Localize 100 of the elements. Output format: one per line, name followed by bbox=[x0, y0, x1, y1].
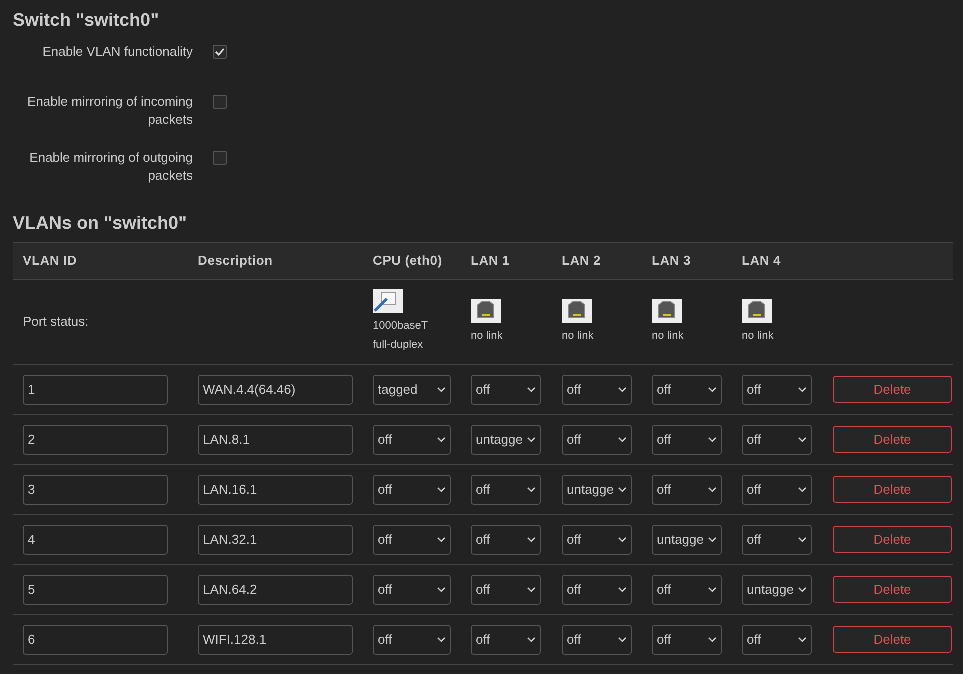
checkbox[interactable] bbox=[213, 151, 227, 165]
chevron-down-icon bbox=[437, 486, 446, 492]
description-field[interactable]: LAN.64.2 bbox=[198, 574, 353, 604]
port-mode-select[interactable]: off bbox=[373, 474, 451, 504]
chevron-down-icon bbox=[618, 386, 627, 392]
chevron-down-icon bbox=[798, 536, 807, 542]
port-mode-select[interactable]: untagge bbox=[742, 574, 812, 604]
port-mode-select[interactable]: off bbox=[373, 624, 451, 654]
ethernet-port-icon bbox=[562, 298, 592, 322]
description-field[interactable]: LAN.16.1 bbox=[198, 474, 353, 504]
chevron-down-icon bbox=[618, 536, 627, 542]
chevron-down-icon bbox=[708, 486, 717, 492]
chevron-down-icon bbox=[437, 386, 446, 392]
port-mode-select[interactable]: untagge bbox=[652, 524, 722, 554]
delete-button[interactable]: Delete bbox=[833, 526, 952, 553]
chevron-down-icon bbox=[527, 486, 536, 492]
section-title: VLANs on "switch0" bbox=[13, 212, 188, 234]
option-label: Enable VLAN functionality bbox=[42, 43, 193, 61]
port-mode-select[interactable]: off bbox=[652, 374, 722, 404]
delete-button[interactable]: Delete bbox=[833, 476, 952, 503]
chevron-down-icon bbox=[437, 586, 446, 592]
port-mode-select[interactable]: tagged bbox=[373, 374, 451, 404]
port-mode-select[interactable]: off bbox=[562, 574, 632, 604]
column-header: LAN 1 bbox=[470, 252, 512, 270]
vlan-id-field[interactable]: 2 bbox=[23, 424, 168, 454]
chevron-down-icon bbox=[618, 436, 627, 442]
delete-button[interactable]: Delete bbox=[833, 426, 952, 453]
chevron-down-icon bbox=[708, 536, 717, 542]
description-field[interactable]: WAN.4.4(64.46) bbox=[198, 374, 353, 404]
port-status-text: no link bbox=[562, 328, 594, 344]
description-field[interactable]: LAN.8.1 bbox=[198, 424, 353, 454]
port-mode-select[interactable]: untagge bbox=[562, 474, 632, 504]
port-mode-select[interactable]: off bbox=[562, 374, 632, 404]
chevron-down-icon bbox=[708, 636, 717, 642]
port-mode-select[interactable]: off bbox=[652, 424, 722, 454]
chevron-down-icon bbox=[437, 436, 446, 442]
column-header: Description bbox=[197, 252, 274, 270]
vlan-id-field[interactable]: 3 bbox=[23, 474, 168, 504]
port-mode-select[interactable]: untagge bbox=[471, 424, 541, 454]
port-mode-select[interactable]: off bbox=[471, 624, 541, 654]
port-mode-select[interactable]: off bbox=[652, 624, 722, 654]
delete-button[interactable]: Delete bbox=[833, 626, 952, 653]
network-cable-icon bbox=[373, 289, 403, 313]
port-mode-select[interactable]: off bbox=[373, 424, 451, 454]
port-status-text: full-duplex bbox=[373, 338, 424, 353]
port-mode-select[interactable]: off bbox=[562, 524, 632, 554]
vlan-id-field[interactable]: 1 bbox=[23, 374, 168, 404]
port-mode-select[interactable]: off bbox=[373, 524, 451, 554]
chevron-down-icon bbox=[618, 636, 627, 642]
port-mode-select[interactable]: off bbox=[742, 424, 812, 454]
chevron-down-icon bbox=[708, 586, 717, 592]
port-mode-select[interactable]: off bbox=[742, 524, 812, 554]
chevron-down-icon bbox=[798, 586, 807, 592]
description-field[interactable]: WIFI.128.1 bbox=[198, 624, 353, 654]
port-mode-select[interactable]: off bbox=[471, 574, 541, 604]
column-header: CPU (eth0) bbox=[372, 252, 444, 270]
chevron-down-icon bbox=[527, 386, 536, 392]
column-header: LAN 3 bbox=[651, 252, 692, 270]
port-mode-select[interactable]: off bbox=[562, 624, 632, 654]
port-status-text: 1000baseT bbox=[373, 319, 428, 334]
chevron-down-icon bbox=[798, 636, 807, 642]
port-mode-select[interactable]: off bbox=[742, 374, 812, 404]
column-header: LAN 2 bbox=[561, 252, 602, 270]
checkbox[interactable] bbox=[213, 95, 227, 109]
port-mode-select[interactable]: off bbox=[742, 624, 812, 654]
port-mode-select[interactable]: off bbox=[652, 474, 722, 504]
checkbox[interactable] bbox=[213, 45, 227, 59]
ethernet-port-icon bbox=[742, 298, 772, 322]
port-mode-select[interactable]: off bbox=[471, 374, 541, 404]
chevron-down-icon bbox=[527, 636, 536, 642]
column-header: LAN 4 bbox=[741, 252, 782, 270]
port-mode-select[interactable]: off bbox=[471, 524, 541, 554]
chevron-down-icon bbox=[708, 386, 717, 392]
port-mode-select[interactable]: off bbox=[652, 574, 722, 604]
section-title: Switch "switch0" bbox=[13, 9, 160, 31]
vlan-id-field[interactable]: 5 bbox=[23, 574, 168, 604]
check-icon bbox=[215, 48, 225, 56]
delete-button[interactable]: Delete bbox=[833, 376, 952, 403]
port-mode-select[interactable]: off bbox=[373, 574, 451, 604]
port-status-text: no link bbox=[742, 328, 774, 344]
port-mode-select[interactable]: off bbox=[562, 424, 632, 454]
ethernet-port-icon bbox=[471, 298, 501, 322]
chevron-down-icon bbox=[618, 586, 627, 592]
port-status-text: no link bbox=[652, 328, 684, 344]
chevron-down-icon bbox=[798, 486, 807, 492]
chevron-down-icon bbox=[798, 386, 807, 392]
description-field[interactable]: LAN.32.1 bbox=[198, 524, 353, 554]
port-status-text: no link bbox=[471, 328, 503, 344]
chevron-down-icon bbox=[437, 636, 446, 642]
chevron-down-icon bbox=[798, 436, 807, 442]
delete-button[interactable]: Delete bbox=[833, 576, 952, 603]
port-mode-select[interactable]: off bbox=[742, 474, 812, 504]
ethernet-port-icon bbox=[652, 298, 682, 322]
vlan-id-field[interactable]: 6 bbox=[23, 624, 168, 654]
vlan-id-field[interactable]: 4 bbox=[23, 524, 168, 554]
column-header: VLAN ID bbox=[22, 252, 78, 270]
port-mode-select[interactable]: off bbox=[471, 474, 541, 504]
chevron-down-icon bbox=[527, 436, 536, 442]
chevron-down-icon bbox=[527, 586, 536, 592]
port-status-label: Port status: bbox=[22, 313, 90, 332]
